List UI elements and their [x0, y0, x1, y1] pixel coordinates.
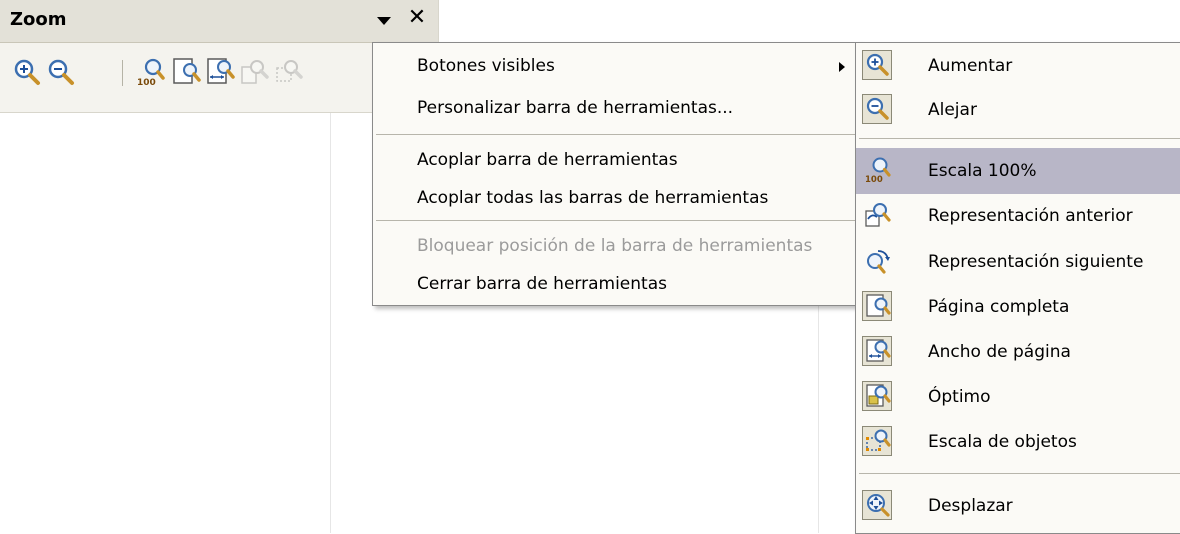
submenu-item-label: Aumentar [928, 56, 1013, 76]
submenu-item-pan[interactable]: Desplazar [856, 483, 1180, 529]
svg-text:100: 100 [865, 175, 883, 184]
zoom-100-icon[interactable]: 100 [136, 57, 166, 87]
optimal-view-icon [241, 60, 269, 84]
submenu-item-label: Desplazar [928, 496, 1013, 516]
menu-item-close-toolbar[interactable]: Cerrar barra de herramientas [373, 261, 861, 307]
svg-text:100: 100 [137, 78, 156, 87]
menu-item-label: Acoplar todas las barras de herramientas [417, 188, 769, 208]
submenu-arrow-icon [839, 62, 845, 72]
zoom-in-icon[interactable] [12, 57, 42, 87]
submenu-item-label: Alejar [928, 100, 977, 120]
zoom-toolbar-title: Zoom [10, 9, 67, 30]
zoom-100-icon: 100 [865, 157, 891, 184]
previous-view-icon [865, 203, 891, 227]
page-complete-icon [866, 294, 891, 317]
menu-separator [859, 138, 1180, 139]
submenu-item-zoom-in[interactable]: Aumentar [856, 43, 1180, 89]
page-width-icon[interactable] [206, 57, 236, 87]
submenu-item-label: Ancho de página [928, 342, 1071, 362]
menu-item-customize-toolbar[interactable]: Personalizar barra de herramientas... [373, 85, 861, 131]
visible-buttons-submenu: Aumentar Alejar 100 Escala 100% Represen… [855, 42, 1180, 534]
submenu-item-label: Escala de objetos [928, 432, 1077, 452]
menu-item-label: Botones visibles [417, 56, 555, 76]
menu-item-visible-buttons[interactable]: Botones visibles [373, 43, 861, 89]
menu-separator [376, 134, 858, 135]
submenu-item-zoom-100[interactable]: 100 Escala 100% [856, 148, 1180, 194]
page-width-icon [866, 339, 891, 362]
object-zoom-icon [866, 429, 891, 451]
submenu-item-next-view[interactable]: Representación siguiente [856, 239, 1180, 285]
page-complete-icon[interactable] [172, 57, 202, 87]
menu-item-label: Personalizar barra de herramientas... [417, 98, 734, 118]
menu-item-dock-all-toolbars[interactable]: Acoplar todas las barras de herramientas [373, 175, 861, 221]
toolbar-separator [122, 60, 123, 86]
toolbar-options-dropdown-icon[interactable] [374, 12, 394, 30]
menu-item-label: Cerrar barra de herramientas [417, 274, 667, 294]
submenu-item-label: Página completa [928, 297, 1070, 317]
zoom-out-icon [866, 97, 889, 120]
zoom-toolbar-titlebar[interactable]: Zoom ✕ [0, 0, 438, 43]
pan-icon [867, 494, 890, 517]
menu-separator [859, 473, 1180, 474]
zoom-out-icon[interactable] [46, 57, 76, 87]
submenu-item-label: Óptimo [928, 387, 991, 407]
submenu-item-zoom-out[interactable]: Alejar [856, 87, 1180, 133]
submenu-item-page-complete[interactable]: Página completa [856, 284, 1180, 330]
toolbar-context-menu: Botones visibles Personalizar barra de h… [372, 42, 862, 306]
toolbar-close-icon[interactable]: ✕ [405, 6, 429, 30]
submenu-item-page-width[interactable]: Ancho de página [856, 329, 1180, 375]
submenu-item-label: Representación siguiente [928, 252, 1144, 272]
page-guide-left [330, 112, 331, 533]
object-zoom-icon [276, 60, 303, 82]
zoom-in-icon [866, 53, 889, 76]
next-view-icon [867, 250, 890, 274]
submenu-item-object-zoom[interactable]: Escala de objetos [856, 419, 1180, 465]
submenu-item-optimal[interactable]: Óptimo [856, 374, 1180, 420]
menu-separator [376, 220, 858, 221]
submenu-item-label: Escala 100% [928, 161, 1037, 181]
optimal-view-icon [866, 384, 891, 407]
submenu-item-previous-view[interactable]: Representación anterior [856, 193, 1180, 239]
submenu-item-label: Representación anterior [928, 206, 1133, 226]
